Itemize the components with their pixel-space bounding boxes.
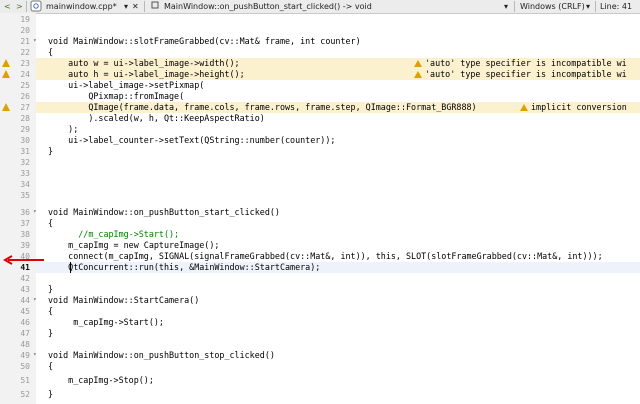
code-line[interactable]: ui->label_image->setPixmap( [48,80,204,91]
code-line[interactable]: { [48,306,53,317]
line-number: 22 [20,48,30,57]
fold-toggle-icon[interactable]: ▾ [33,352,39,358]
line-number: 46 [20,318,30,327]
line-number: 36 [20,208,30,217]
encoding-selector[interactable]: Windows (CRLF) [520,0,585,13]
file-tab-chevron-icon[interactable]: ▾ [124,0,128,13]
code-line[interactable]: { [48,361,53,372]
code-line[interactable]: } [48,284,53,295]
line-number: 52 [20,390,30,399]
line-number: 31 [20,147,30,156]
line-number: 38 [20,230,30,239]
line-number: 35 [20,191,30,200]
close-file-icon[interactable]: ✕ [132,0,139,13]
code-line[interactable]: void MainWindow::StartCamera() [48,295,199,306]
code-line[interactable]: ui->label_counter->setText(QString::numb… [48,135,335,146]
code-line[interactable]: m_capImg->Stop(); [48,375,154,386]
code-line[interactable]: auto h = ui->label_image->height(); [48,69,245,80]
annotation-arrow-icon [2,255,44,265]
fold-toggle-icon[interactable]: ▾ [33,209,39,215]
code-line[interactable]: //m_capImg->Start(); [48,229,179,240]
fold-toggle-icon[interactable]: ▾ [33,38,39,44]
line-number: 49 [20,351,30,360]
warning-message: 'auto' type specifier is incompatible wi [425,69,627,79]
code-line[interactable]: connect(m_capImg, SIGNAL(signalFrameGrab… [48,251,602,262]
line-number: 37 [20,219,30,228]
warning-annotation[interactable]: implicit conversion [520,102,627,113]
line-number: 29 [20,125,30,134]
code-line[interactable]: QtConcurrent::run(this, &MainWindow::Sta… [48,262,320,273]
function-selector[interactable]: MainWindow::on_pushButton_start_clicked(… [164,0,372,13]
warning-message: implicit conversion [531,102,627,112]
line-number: 39 [20,241,30,250]
line-number: 43 [20,285,30,294]
code-line[interactable]: } [48,328,53,339]
code-line[interactable]: { [48,47,53,58]
warning-annotation[interactable]: 'auto' type specifier is incompatible wi [414,69,627,80]
line-number: 50 [20,362,30,371]
code-line[interactable]: auto w = ui->label_image->width(); [48,58,239,69]
line-number: 25 [20,81,30,90]
line-number: 21 [20,37,30,46]
line-number: 42 [20,274,30,283]
line-number: 44 [20,296,30,305]
code-line[interactable]: } [48,389,53,400]
line-number: 24 [20,70,30,79]
line-number: 45 [20,307,30,316]
line-number: 28 [20,114,30,123]
line-number: 20 [20,26,30,35]
text-cursor [70,262,71,273]
file-tab[interactable]: mainwindow.cpp* [46,0,117,13]
code-line[interactable]: void MainWindow::slotFrameGrabbed(cv::Ma… [48,36,361,47]
line-number: 26 [20,92,30,101]
line-number: 27 [20,103,30,112]
cpp-file-icon [30,0,42,13]
encoding-chevron-icon[interactable]: ▾ [586,0,590,13]
code-line[interactable]: } [48,146,53,157]
code-line[interactable]: m_capImg->Start(); [48,317,164,328]
code-line[interactable]: void MainWindow::on_pushButton_stop_clic… [48,350,275,361]
code-line[interactable]: QImage(frame.data, frame.cols, frame.row… [48,102,476,113]
line-number: 34 [20,180,30,189]
line-number: 48 [20,340,30,349]
warning-icon [414,71,422,78]
line-number: 32 [20,158,30,167]
warning-icon [414,60,422,67]
line-number: 33 [20,169,30,178]
editor-toolbar: < > mainwindow.cpp* ▾ ✕ MainWindow::on_p… [0,0,640,14]
code-line[interactable]: m_capImg = new CaptureImage(); [48,240,219,251]
nav-back-button[interactable]: < [4,0,11,13]
warning-annotation[interactable]: 'auto' type specifier is incompatible wi [414,58,627,69]
line-number: 47 [20,329,30,338]
code-line[interactable]: ).scaled(w, h, Qt::KeepAspectRatio) [48,113,265,124]
symbol-icon [150,0,160,13]
code-line[interactable]: ); [48,124,78,135]
line-number: 23 [20,59,30,68]
line-number: 30 [20,136,30,145]
line-number: 51 [20,376,30,385]
code-line[interactable]: { [48,218,53,229]
code-line[interactable]: QPixmap::fromImage( [48,91,184,102]
cursor-position[interactable]: Line: 41 [600,0,632,13]
code-line[interactable]: void MainWindow::on_pushButton_start_cli… [48,207,280,218]
line-number: 19 [20,15,30,24]
fold-toggle-icon[interactable]: ▾ [33,297,39,303]
function-selector-chevron-icon[interactable]: ▾ [504,0,508,13]
warning-icon [520,104,528,111]
nav-forward-button[interactable]: > [16,0,23,13]
warning-message: 'auto' type specifier is incompatible wi [425,58,627,68]
